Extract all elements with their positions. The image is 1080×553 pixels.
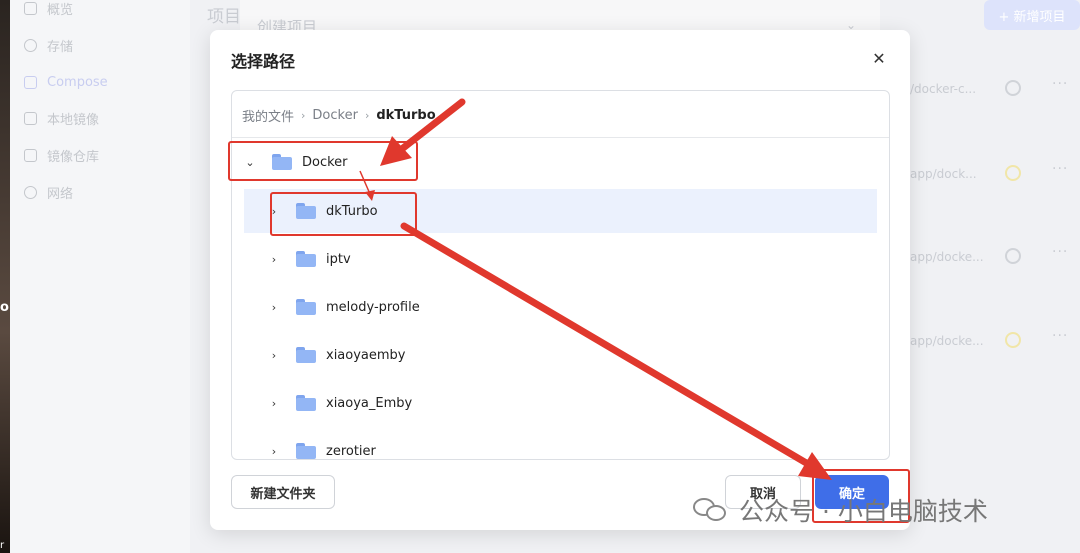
tree-node-zerotier[interactable]: › zerotier [266,429,566,459]
power-icon[interactable] [1005,332,1021,348]
annotation-box-docker [228,141,418,181]
wechat-icon [693,496,729,524]
tree-node-label: xiaoya_Emby [326,395,413,411]
more-icon[interactable]: ··· [1052,76,1068,92]
folder-icon [296,299,316,315]
sidebar-item-registry[interactable]: 镜像仓库 [24,143,99,167]
power-icon[interactable] [1005,165,1021,181]
page-title: 项目 [207,7,241,27]
chevron-right-icon[interactable]: › [266,301,282,314]
repo-icon [24,148,37,162]
tree-node-xiaoya-emby[interactable]: › xiaoya_Emby [266,381,566,425]
folder-icon [296,251,316,267]
more-icon[interactable]: ··· [1052,328,1068,344]
sidebar-item-local-images[interactable]: 本地镜像 [24,106,99,130]
breadcrumb-item-docker[interactable]: Docker [312,108,358,123]
edge-text: o [0,300,9,315]
chevron-right-icon[interactable]: › [266,397,282,410]
edge-text-2: r [0,540,5,551]
image-icon [24,111,37,125]
project-row[interactable]: /docker-c... ··· [880,70,1080,110]
close-icon[interactable]: ✕ [870,50,888,68]
watermark-text: 公众号 · 小白电脑技术 [739,497,988,526]
watermark: 公众号 · 小白电脑技术 [693,492,988,528]
chevron-right-icon[interactable]: › [266,445,282,458]
globe-icon [24,185,37,199]
new-project-button[interactable]: + 新增项目 [984,0,1080,30]
dialog-title: 选择路径 [231,52,296,71]
select-path-dialog: 选择路径 ✕ 我的文件 › Docker › dkTurbo ⌄ Docker … [210,30,910,530]
sidebar-item-storage[interactable]: 存储 [24,33,73,57]
tree-node-iptv[interactable]: › iptv [266,237,566,281]
layers-icon [24,75,37,89]
folder-icon [296,347,316,363]
annotation-box-dkturbo [270,192,417,236]
folder-icon [296,443,316,459]
power-icon[interactable] [1005,248,1021,264]
tree-node-label: xiaoyaemby [326,347,406,363]
power-icon[interactable] [1005,80,1021,96]
sidebar: 概览 存储 Compose 本地镜像 镜像仓库 网络 [10,0,190,553]
project-row[interactable]: app/docke... ··· [880,238,1080,278]
project-row[interactable]: app/dock... ··· [880,155,1080,195]
tree-node-label: iptv [326,251,351,267]
sidebar-item-overview[interactable]: 概览 [24,0,73,20]
cloud-icon [24,38,37,52]
breadcrumb-item-current: dkTurbo [376,108,436,123]
grid-icon [24,1,37,15]
sidebar-item-network[interactable]: 网络 [24,180,73,204]
tree-node-melody-profile[interactable]: › melody-profile [266,285,566,329]
chevron-right-icon: › [301,109,306,122]
folder-icon [296,395,316,411]
breadcrumb-item-my-files[interactable]: 我的文件 [242,106,294,125]
chevron-right-icon[interactable]: › [266,253,282,266]
new-folder-button[interactable]: 新建文件夹 [231,475,335,509]
tree-node-label: melody-profile [326,299,420,315]
more-icon[interactable]: ··· [1052,161,1068,177]
project-row[interactable]: app/docke... ··· [880,322,1080,362]
tree-node-label: zerotier [326,443,376,459]
tree-node-xiaoyaemby[interactable]: › xiaoyaemby [266,333,566,377]
chevron-right-icon: › [364,109,370,122]
breadcrumb: 我的文件 › Docker › dkTurbo [242,106,436,125]
more-icon[interactable]: ··· [1052,244,1068,260]
folder-tree: ⌄ Docker › dkTurbo › iptv › melody-profi… [232,138,889,459]
sidebar-item-compose[interactable]: Compose [24,70,108,94]
chevron-right-icon[interactable]: › [266,349,282,362]
desktop-edge [0,0,10,553]
